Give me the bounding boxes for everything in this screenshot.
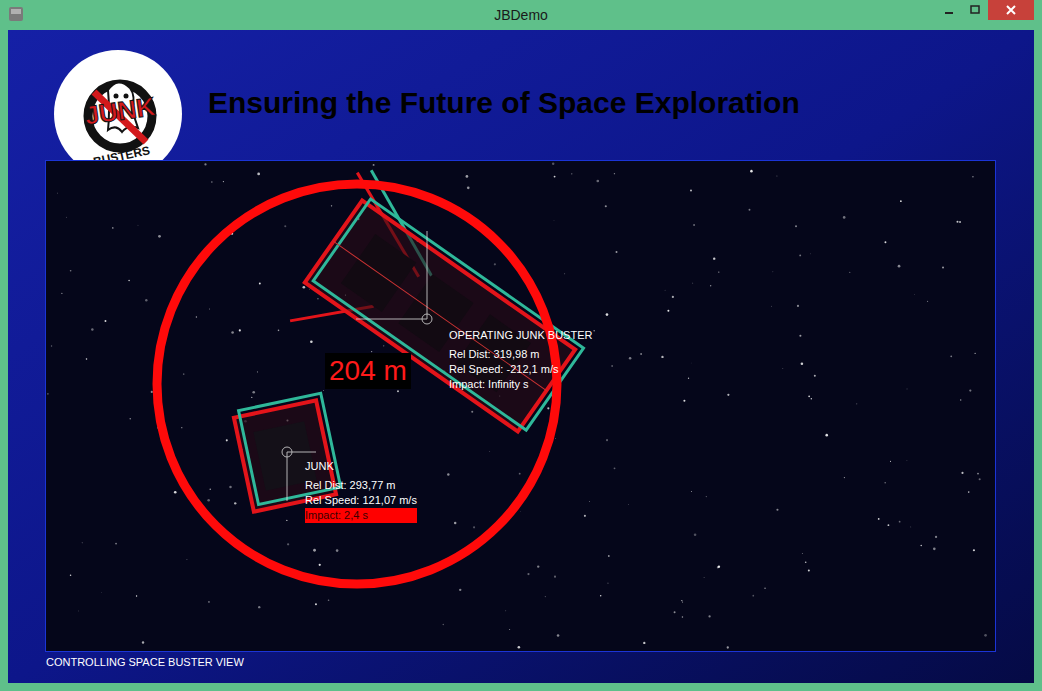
maximize-icon	[970, 5, 980, 15]
object-label: OPERATING JUNK BUSTER Rel Dist: 319,98 mR…	[449, 328, 592, 392]
heading: Ensuring the Future of Space Exploration	[208, 85, 800, 121]
object-label: JUNK Rel Dist: 293,77 mRel Speed: 121,07 …	[305, 459, 417, 523]
junk-satellite	[233, 393, 342, 511]
minimize-button[interactable]	[936, 0, 962, 20]
header: JUNKBUSTERSEnsuring the Future of Space …	[8, 30, 1034, 160]
distance-readout: 204 m	[325, 353, 411, 389]
object-speed: Rel Speed: 121,07 m/s	[305, 493, 417, 508]
app-icon	[9, 7, 23, 21]
close-icon	[1006, 5, 1016, 15]
object-name: OPERATING JUNK BUSTER	[449, 328, 592, 343]
space-scene	[46, 161, 996, 652]
content-area: JUNKBUSTERS Ensuring the Future of Space …	[8, 30, 1034, 683]
minimize-icon	[944, 5, 954, 15]
object-name: JUNK	[305, 459, 417, 474]
app-window: JBDemo JUNKBUSTERS Ensuring the Future of …	[0, 0, 1042, 691]
object-distance: Rel Dist: 293,77 m	[305, 478, 417, 493]
junk-busters-logo: JUNKBUSTERS	[54, 50, 182, 178]
object-impact: Impact: 2,4 s	[305, 508, 417, 523]
view-caption: CONTROLLING SPACE BUSTER VIEW	[46, 655, 1034, 669]
maximize-button[interactable]	[962, 0, 988, 20]
svg-text:JUNK: JUNK	[83, 91, 157, 131]
close-button[interactable]	[988, 0, 1034, 20]
space-view[interactable]: OPERATING JUNK BUSTERRel Dist: 319,98 mR…	[45, 160, 996, 652]
window-title: JBDemo	[0, 7, 1042, 23]
title-bar: JBDemo	[0, 0, 1042, 30]
object-distance: Rel Dist: 319,98 m	[449, 347, 592, 362]
object-impact: Impact: Infinity s	[449, 377, 592, 392]
object-speed: Rel Speed: -212,1 m/s	[449, 362, 592, 377]
